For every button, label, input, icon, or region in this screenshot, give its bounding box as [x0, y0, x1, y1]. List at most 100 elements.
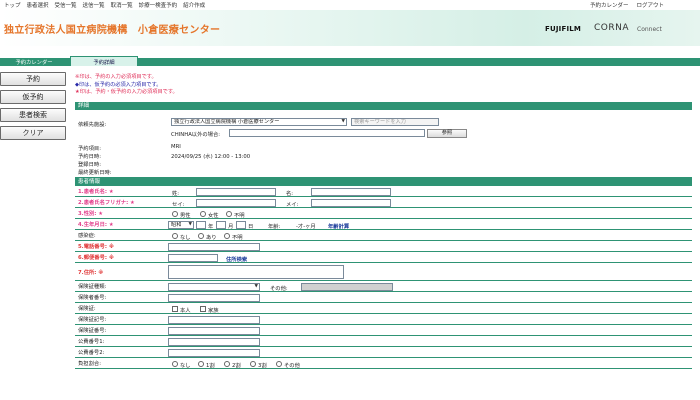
- tab-reservation-calendar[interactable]: 予約カレンダー: [0, 58, 68, 66]
- patient-search-button[interactable]: 患者検索: [0, 108, 66, 122]
- topnav-link[interactable]: 紹介作成: [183, 1, 205, 9]
- dob-month-input[interactable]: [216, 220, 226, 229]
- month-label: 月: [228, 224, 234, 230]
- copay-30-radio[interactable]: [250, 360, 256, 367]
- insurance-type-label: 保険証種類:: [78, 284, 107, 290]
- insurance-other-label: その他:: [270, 286, 288, 292]
- phone-label: 5.電話番号: ※: [78, 244, 114, 250]
- infection-none-radio[interactable]: [172, 232, 178, 239]
- infection-option-label: なし: [180, 235, 191, 241]
- other-facility-input[interactable]: [229, 129, 425, 137]
- insurer-number-input[interactable]: [168, 293, 260, 302]
- kana-last-input[interactable]: [196, 198, 276, 207]
- copay-other-radio[interactable]: [276, 360, 282, 367]
- postal-row: 6.郵便番号: ※ 住所検索: [75, 252, 692, 263]
- dob-day-input[interactable]: [236, 220, 246, 229]
- topnav-link[interactable]: 診療一検査予約: [139, 1, 178, 9]
- dob-row: 4.生年月日: ★ 昭和 年 月 日 年齢: -才-ヶ月 年齢計算: [75, 219, 692, 230]
- first-name-input[interactable]: [311, 187, 391, 196]
- insurance-card-option-label: 家族: [208, 308, 219, 314]
- age-label: 年齢:: [268, 224, 281, 230]
- kana-first-input[interactable]: [311, 198, 391, 207]
- infection-unknown-radio[interactable]: [224, 232, 230, 239]
- sex-female-radio[interactable]: [200, 210, 206, 217]
- insured-family-checkbox[interactable]: [200, 305, 206, 312]
- detail-label: 最終更新日時:: [78, 170, 112, 176]
- last-name-input[interactable]: [196, 187, 276, 196]
- copay-20-radio[interactable]: [224, 360, 230, 367]
- reserve-button[interactable]: 予約: [0, 72, 66, 86]
- sex-male-radio[interactable]: [172, 210, 178, 217]
- topnav-link[interactable]: 取消一覧: [111, 1, 133, 9]
- insurance-card-label: 保険証:: [78, 306, 96, 312]
- clear-button[interactable]: クリア: [0, 126, 66, 140]
- insurance-number-input[interactable]: [168, 326, 260, 335]
- sidebar: 予約 仮予約 患者検索 クリア: [0, 72, 67, 144]
- kana-mei-label: メイ:: [286, 202, 299, 208]
- topnav-link[interactable]: 患者選択: [27, 1, 49, 9]
- day-label: 日: [248, 224, 254, 230]
- detail-label: 予約項目:: [78, 146, 101, 152]
- dob-year-input[interactable]: [196, 220, 206, 229]
- sei-label: 姓:: [172, 191, 180, 197]
- topnav-link[interactable]: トップ: [4, 1, 21, 9]
- mei-label: 名:: [286, 191, 294, 197]
- top-nav: トップ 患者選択 受信一覧 送信一覧 取消一覧 診療一検査予約 紹介作成 予約カレンダー ログ…: [0, 0, 700, 10]
- insurance-number-label: 保険証番号:: [78, 328, 107, 334]
- address-row: 7.住所: ※: [75, 263, 692, 281]
- public-expense-2-row: 公費番号2:: [75, 347, 692, 358]
- infection-option-label: あり: [206, 235, 217, 241]
- header-banner: 独立行政法人国立病院機構 小倉医療センター FUJIFILM CORNA Con…: [0, 10, 700, 46]
- insurance-symbol-label: 保険証記号:: [78, 317, 107, 323]
- tentative-reserve-button[interactable]: 仮予約: [0, 90, 66, 104]
- phone-input[interactable]: [168, 242, 260, 251]
- facility-search-input[interactable]: 検索キーワードを入力: [351, 118, 439, 126]
- copay-none-radio[interactable]: [172, 360, 178, 367]
- address-textarea[interactable]: [168, 265, 344, 279]
- age-calc-link[interactable]: 年齢計算: [328, 222, 349, 230]
- hospital-title: 独立行政法人国立病院機構 小倉医療センター: [4, 25, 221, 36]
- postal-code-input[interactable]: [168, 253, 218, 262]
- copay-option-label: なし: [180, 363, 191, 369]
- insurance-type-row: 保険証種類: その他:: [75, 281, 692, 292]
- topnav-link[interactable]: 受信一覧: [55, 1, 77, 9]
- insurance-symbol-input[interactable]: [168, 315, 260, 324]
- copay-10-radio[interactable]: [198, 360, 204, 367]
- address-label: 7.住所: ※: [78, 269, 104, 276]
- topnav-right-link[interactable]: 予約カレンダー: [590, 1, 629, 9]
- reservation-form: 詳細 依頼先施設: 独立行政法人国立病院機構 小倉医療センター 検索キーワードを…: [75, 102, 692, 369]
- phone-row: 5.電話番号: ※: [75, 241, 692, 252]
- insurance-symbol-row: 保険証記号:: [75, 314, 692, 325]
- copay-row: 負担割合: なし 1割 2割 3割 その他: [75, 358, 692, 369]
- infection-option-label: 不明: [232, 235, 243, 241]
- ref-button[interactable]: 参照: [427, 128, 467, 138]
- connect-logo: Connect: [637, 25, 662, 33]
- sex-unknown-radio[interactable]: [226, 210, 232, 217]
- insurance-card-row: 保険証: 本人 家族: [75, 303, 692, 314]
- sex-row: 3.性別: ★ 男性 女性 不明: [75, 208, 692, 219]
- era-select[interactable]: 昭和: [168, 220, 194, 229]
- public-expense-2-input[interactable]: [168, 348, 260, 357]
- required-notes: ※印は、予約の入力必須項目です。 ◆印は、仮予約の必須入力項目です。 ★印は、予…: [75, 74, 178, 97]
- infection-row: 感染症: なし あり 不明: [75, 230, 692, 241]
- topnav-link[interactable]: 送信一覧: [83, 1, 105, 9]
- address-search-link[interactable]: 住所検索: [226, 255, 247, 263]
- insurance-type-select[interactable]: [168, 282, 260, 291]
- copay-option-label: その他: [284, 363, 300, 369]
- insurer-number-label: 保険者番号:: [78, 295, 107, 301]
- copay-option-label: 1割: [206, 363, 215, 369]
- tab-reservation-details[interactable]: 予約詳細: [70, 56, 138, 66]
- infection-yes-radio[interactable]: [198, 232, 204, 239]
- topnav-right-link[interactable]: ログアウト: [636, 1, 664, 9]
- public-expense-1-row: 公費番号1:: [75, 336, 692, 347]
- detail-label: 登録日時:: [78, 162, 101, 168]
- note-required: ※印は、予約の入力必須項目です。: [75, 74, 157, 80]
- public-expense-1-input[interactable]: [168, 337, 260, 346]
- note-tentative-required: ◆印は、仮予約の必須入力項目です。: [75, 81, 162, 88]
- insured-self-checkbox[interactable]: [172, 305, 178, 312]
- insurance-other-input[interactable]: [301, 282, 393, 291]
- dest-facility-select[interactable]: 独立行政法人国立病院機構 小倉医療センター: [171, 118, 347, 126]
- copay-option-label: 2割: [232, 363, 241, 369]
- kana-row: 2.患者氏名フリガナ: ★ セイ: メイ:: [75, 197, 692, 208]
- sex-option-label: 不明: [234, 213, 245, 219]
